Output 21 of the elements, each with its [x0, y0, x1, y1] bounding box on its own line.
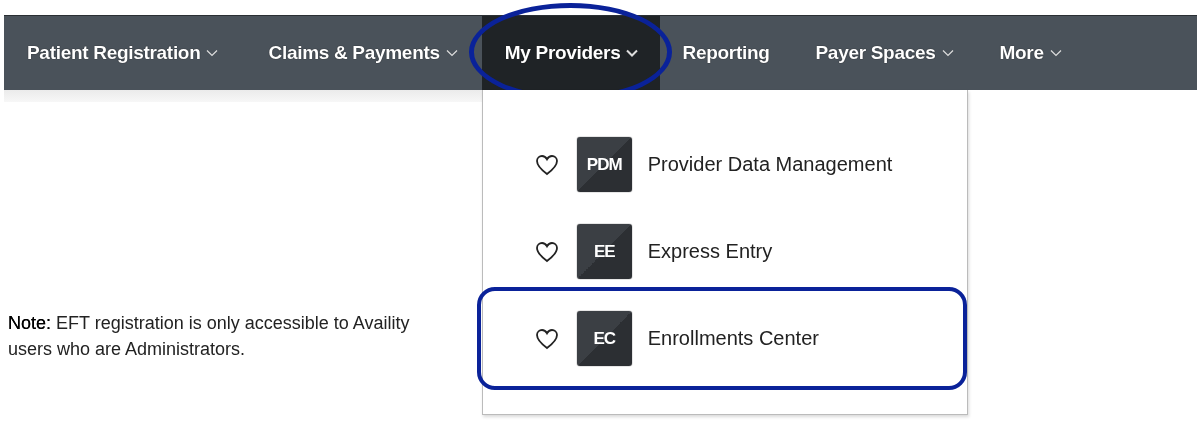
- menu-item-label[interactable]: Provider Data Management: [647, 153, 893, 176]
- chevron-down-icon: [941, 49, 954, 57]
- nav-menu-item[interactable]: Claims & Payments: [268, 16, 482, 90]
- app-tile[interactable]: PDM: [576, 137, 632, 192]
- app-tile[interactable]: EC: [576, 311, 632, 366]
- heart-icon[interactable]: [534, 153, 559, 176]
- heart-icon[interactable]: [534, 240, 559, 263]
- nav-menu-item[interactable]: Patient Registration: [4, 16, 269, 90]
- app-tile[interactable]: EE: [576, 224, 632, 279]
- heart-icon[interactable]: [534, 327, 559, 350]
- note-text: Note: EFT registration is only accessible to Availity users who are Administrators.: [8, 312, 411, 361]
- nav-menu-item[interactable]: Reporting: [660, 16, 792, 90]
- nav-menu-item[interactable]: Payer Spaces: [791, 16, 978, 90]
- chevron-down-icon: [1049, 49, 1062, 57]
- menu-item-label[interactable]: Enrollments Center: [647, 327, 819, 350]
- chevron-down-icon: [206, 49, 219, 57]
- chevron-down-icon: [445, 49, 458, 57]
- nav-menu-item[interactable]: My Providers: [481, 16, 661, 90]
- nav-menu-item[interactable]: More: [977, 16, 1072, 90]
- chevron-down-icon: [626, 49, 639, 57]
- menu-item-label[interactable]: Express Entry: [647, 240, 773, 263]
